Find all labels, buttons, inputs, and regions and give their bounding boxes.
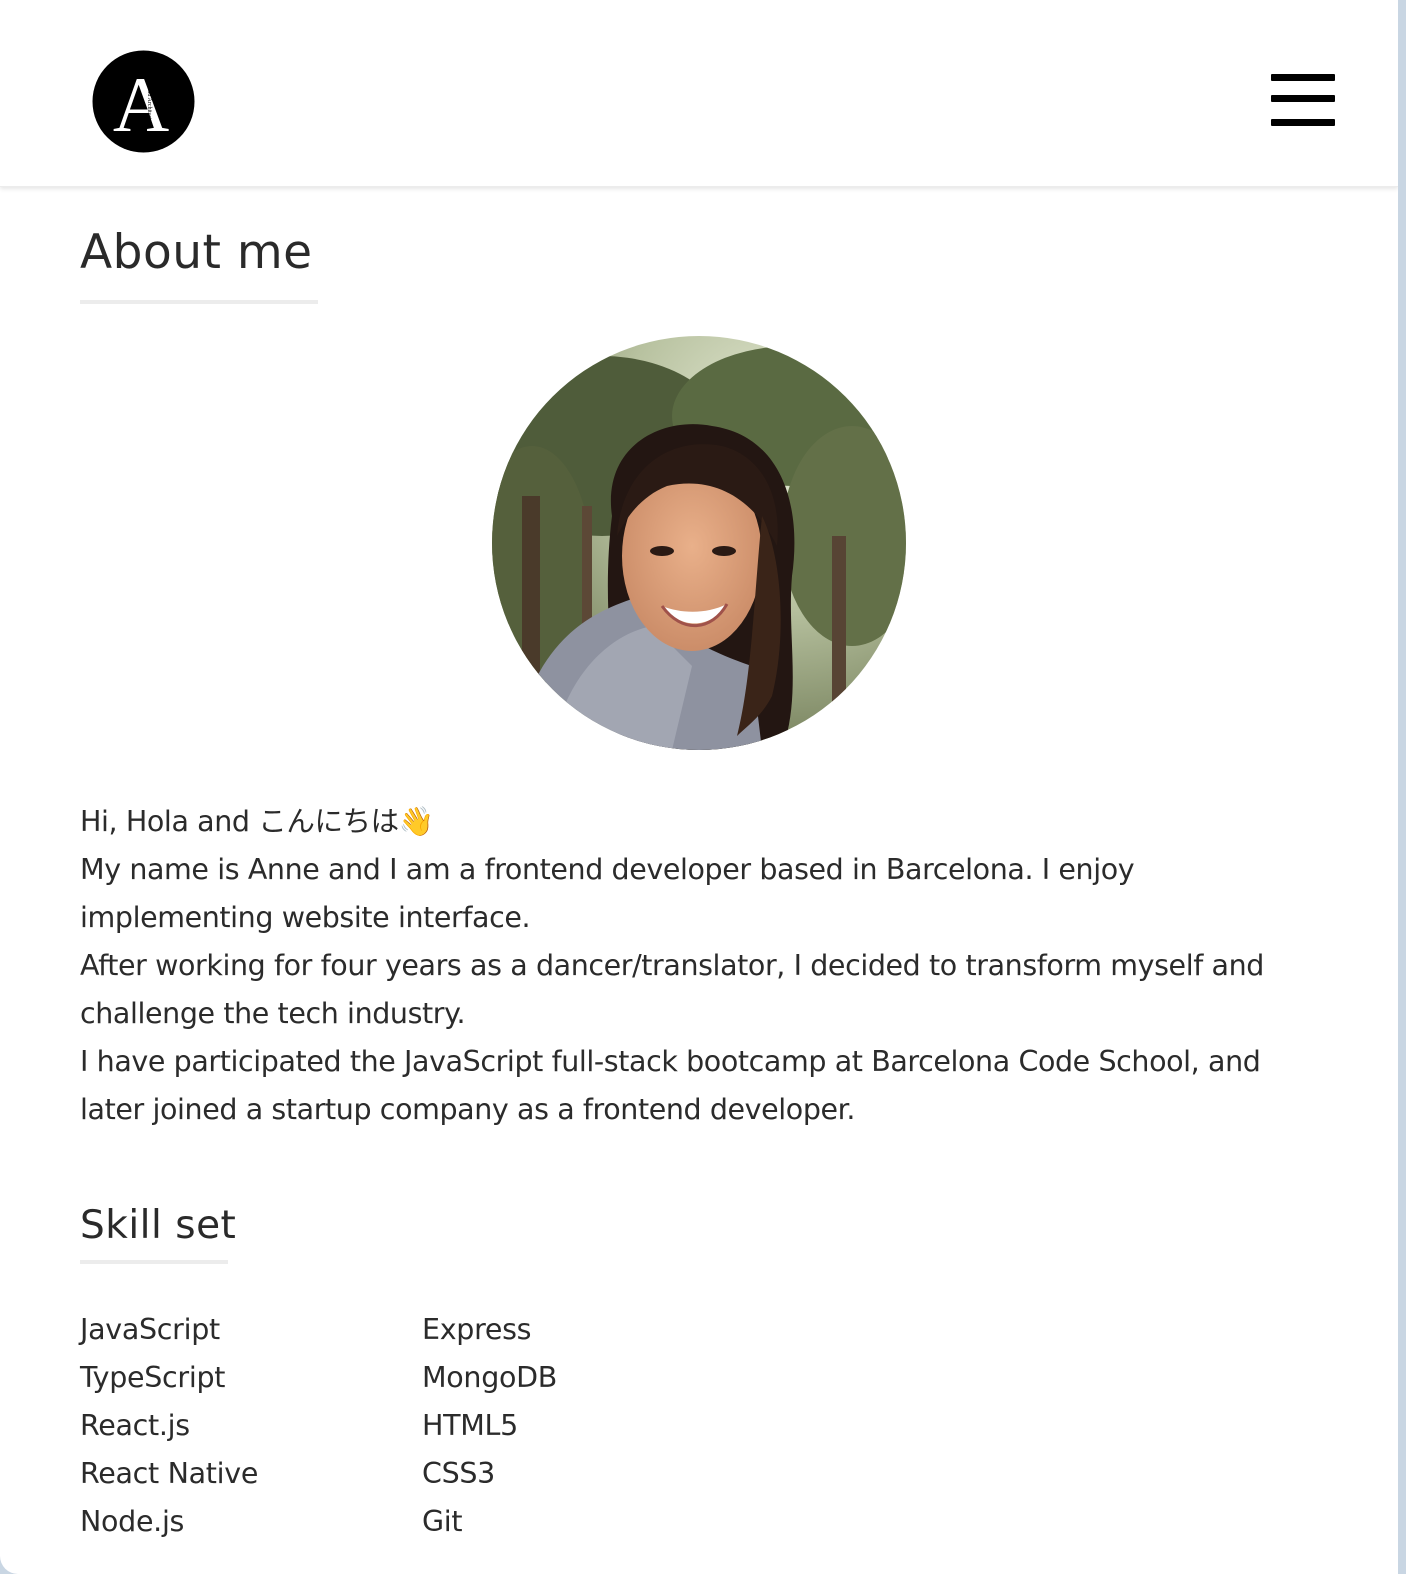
skill-item: Express [422,1313,532,1346]
about-title: About me [80,225,313,280]
skill-item: Node.js [80,1505,185,1538]
portrait-image [492,336,906,750]
skill-item: React.js [80,1409,190,1442]
skills-title-underline [80,1260,228,1264]
logo-letter: A [113,61,169,148]
logo-small-text: frontend Architect [146,76,153,120]
skill-column-1: JavaScript TypeScript React.js React Nat… [80,1306,258,1546]
menu-line [1271,74,1335,81]
menu-line [1271,95,1335,102]
skill-item: Git [422,1505,463,1538]
skill-item: TypeScript [80,1361,226,1394]
bio-paragraph: After working for four years as a dancer… [80,949,1264,1030]
site-logo[interactable]: A frontend Architect [92,50,195,153]
skill-item: CSS3 [422,1457,496,1490]
page: A frontend Architect About me Hi, Hola a… [0,0,1398,1574]
avatar [492,336,906,750]
skill-column-2: Express MongoDB HTML5 CSS3 Git [422,1306,557,1546]
logo-icon: A frontend Architect [92,50,195,153]
bio-text: Hi, Hola and こんにちは👋 My name is Anne and … [80,798,1330,1134]
bio-greeting: Hi, Hola and こんにちは👋 [80,805,434,838]
skill-item: HTML5 [422,1409,518,1442]
skill-item: MongoDB [422,1361,558,1394]
skill-item: JavaScript [80,1313,220,1346]
menu-line [1271,119,1335,126]
site-header: A frontend Architect [0,0,1398,187]
bio-paragraph: My name is Anne and I am a frontend deve… [80,853,1135,934]
skills-title: Skill set [80,1203,237,1248]
hamburger-menu-icon[interactable] [1268,72,1336,130]
about-title-underline [80,300,318,304]
bio-paragraph: I have participated the JavaScript full-… [80,1045,1261,1126]
skill-item: React Native [80,1457,259,1490]
